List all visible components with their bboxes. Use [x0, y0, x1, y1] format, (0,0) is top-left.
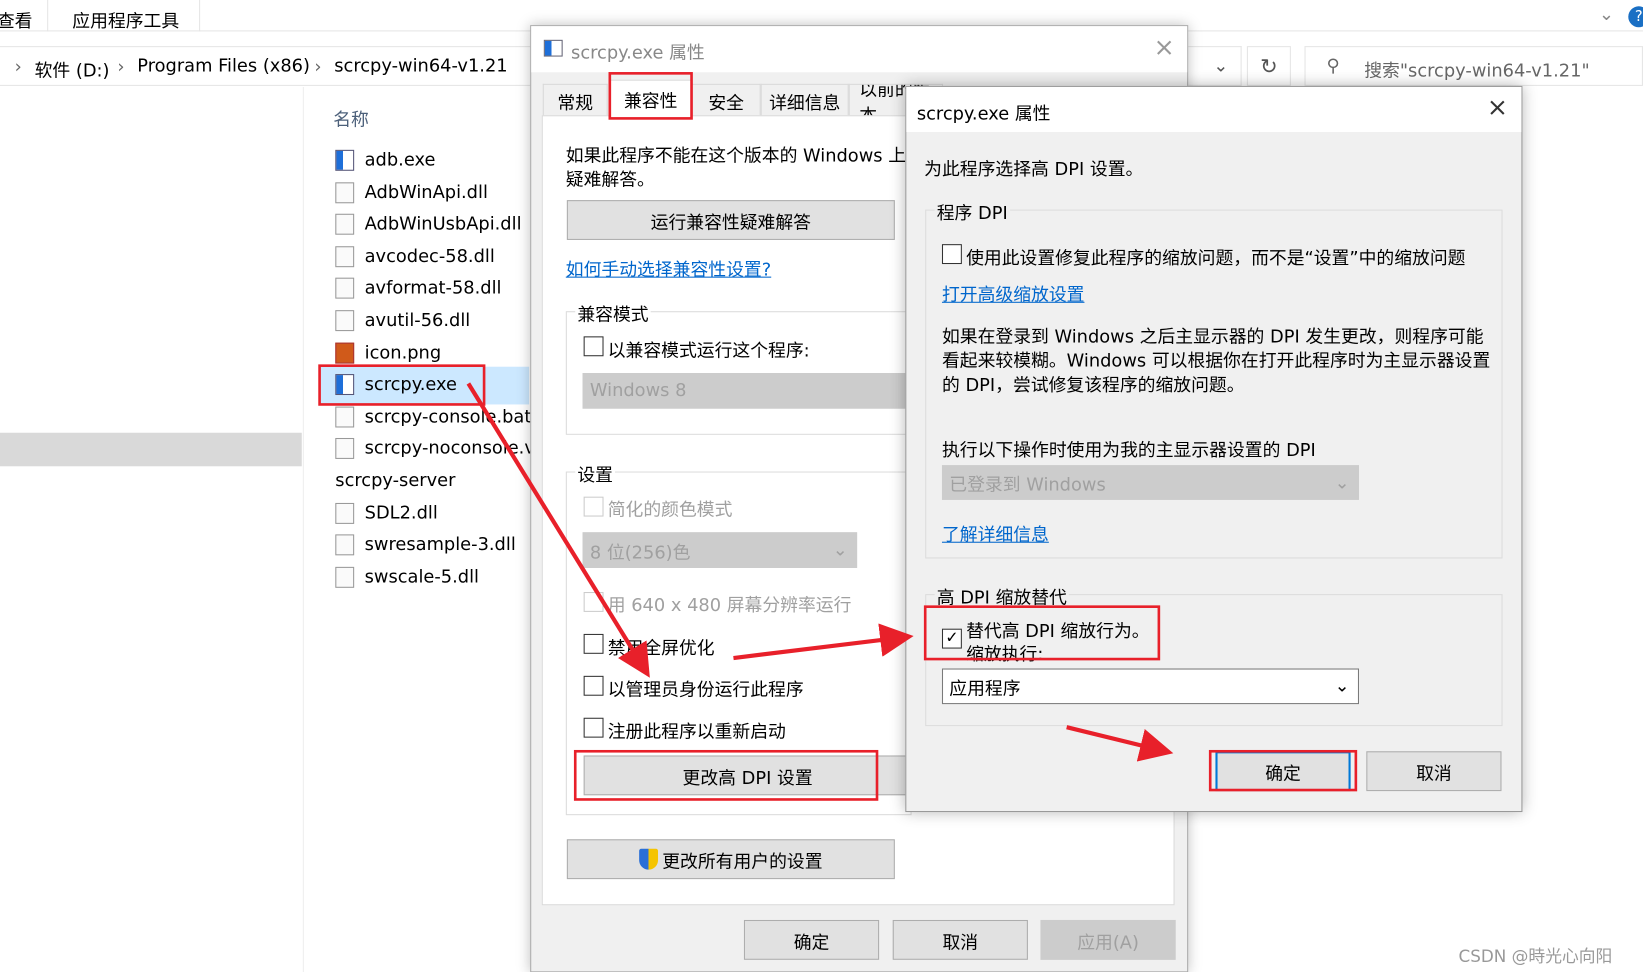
- highlight-scrcpy-exe: [318, 364, 486, 406]
- watermark: CSDN @時光心向阳: [1458, 946, 1613, 967]
- arrow-1: [466, 382, 650, 678]
- highlight-dpi-button: [573, 749, 879, 801]
- arrow-3: [1066, 725, 1174, 762]
- highlight-ok: [1208, 749, 1358, 792]
- arrow-2: [733, 623, 914, 661]
- annotation-overlay: [318, 72, 1358, 801]
- highlight-override: [923, 605, 1161, 661]
- highlight-compat-tab: [608, 72, 693, 120]
